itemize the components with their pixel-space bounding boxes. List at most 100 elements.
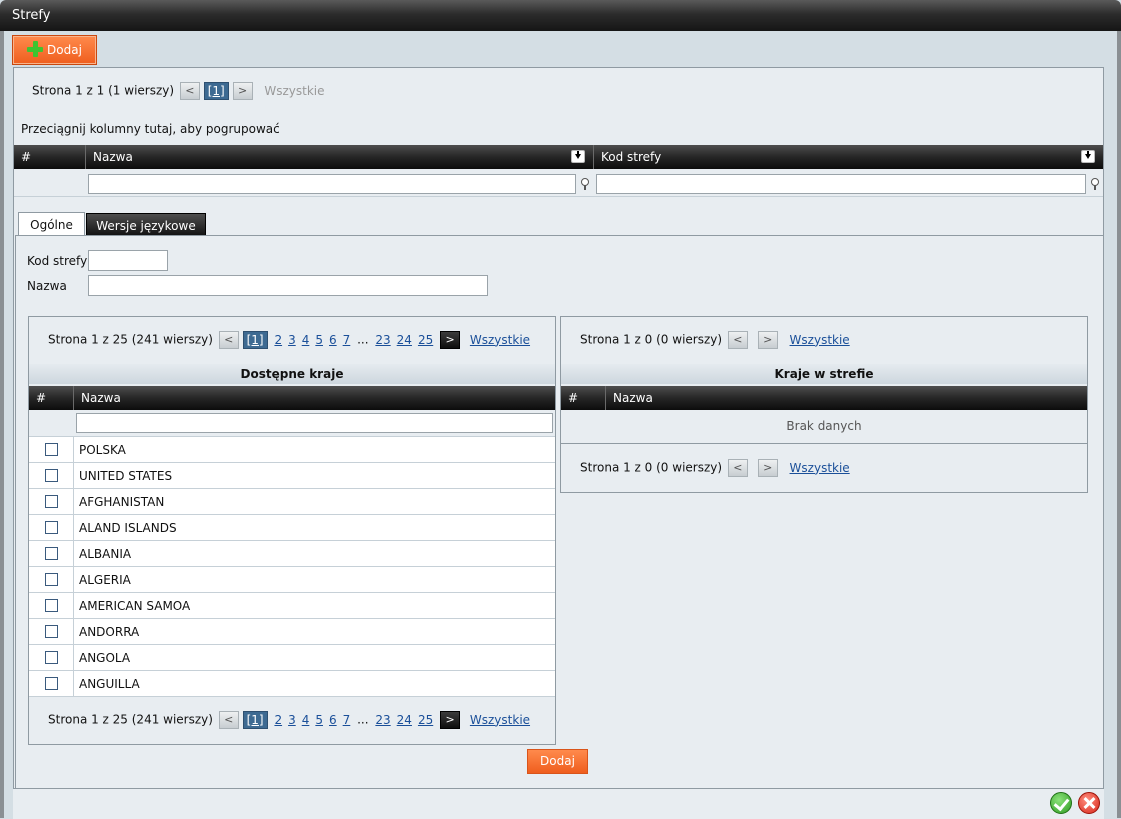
column-header-label: Nazwa [93, 150, 133, 164]
sort-down-icon[interactable] [1081, 150, 1095, 163]
chevron-right-icon[interactable]: > [440, 331, 461, 349]
list-item[interactable]: ALGERIA [29, 567, 555, 593]
column-header-kod-strefy[interactable]: Kod strefy [593, 145, 1103, 169]
filter-kod-strefy-input[interactable] [596, 174, 1086, 194]
check-icon[interactable] [1050, 792, 1072, 814]
list-item[interactable]: ALAND ISLANDS [29, 515, 555, 541]
pager-page-link[interactable]: 23 [375, 333, 390, 347]
zone-pager-top: Strona 1 z 0 (0 wierszy) < > Wszystkie [580, 331, 853, 349]
pager-all-link[interactable]: Wszystkie [470, 713, 530, 727]
row-checkbox[interactable] [45, 573, 58, 586]
column-header-index[interactable]: # [561, 386, 605, 410]
row-checkbox[interactable] [45, 547, 58, 560]
column-header-nazwa[interactable]: Nazwa [85, 145, 593, 169]
list-item[interactable]: ANDORRA [29, 619, 555, 645]
chevron-left-icon[interactable]: < [218, 711, 239, 729]
zone-pager-bottom: Strona 1 z 0 (0 wierszy) < > Wszystkie [580, 459, 853, 477]
tab-label: Wersje językowe [96, 219, 196, 233]
pager-page-link[interactable]: 5 [315, 713, 323, 727]
column-header-label: # [568, 391, 579, 405]
row-checkbox[interactable] [45, 521, 58, 534]
window-border-left [0, 31, 4, 818]
pager-page-link[interactable]: 25 [418, 713, 433, 727]
row-checkbox[interactable] [45, 625, 58, 638]
column-header-index[interactable]: # [29, 386, 73, 410]
row-checkbox[interactable] [45, 677, 58, 690]
zone-countries-caption: Kraje w strefie [561, 364, 1087, 384]
filter-nazwa-input[interactable] [88, 174, 576, 194]
filter-icon[interactable] [580, 178, 590, 190]
filter-icon[interactable] [1090, 178, 1100, 190]
list-item[interactable]: AFGHANISTAN [29, 489, 555, 515]
pager-all-link[interactable]: Wszystkie [790, 333, 850, 347]
main-grid-pager: Strona 1 z 1 (1 wierszy) < [1] > Wszystk… [32, 82, 325, 100]
pager-page-link[interactable]: 5 [315, 333, 323, 347]
chevron-right-icon[interactable]: > [440, 711, 461, 729]
pager-page-link[interactable]: 23 [375, 713, 390, 727]
pager-ellipsis: ... [357, 332, 369, 347]
group-by-hint: Przeciągnij kolumny tutaj, aby pogrupowa… [21, 122, 280, 136]
main-grid-header: # Nazwa Kod strefy [14, 145, 1103, 169]
sort-down-icon[interactable] [571, 150, 585, 163]
pager-current-page[interactable]: [1] [242, 331, 268, 349]
country-name: AMERICAN SAMOA [79, 599, 191, 613]
chevron-right-icon[interactable]: > [757, 331, 778, 349]
chevron-right-icon[interactable]: > [232, 82, 253, 100]
list-item[interactable]: ANGUILLA [29, 671, 555, 697]
row-separator [73, 567, 74, 593]
pager-page-link[interactable]: 7 [343, 713, 351, 727]
row-separator [73, 645, 74, 671]
add-country-button[interactable]: Dodaj [527, 749, 588, 774]
column-header-nazwa[interactable]: Nazwa [73, 386, 555, 410]
pager-page-link[interactable]: 4 [302, 713, 310, 727]
pager-current-page[interactable]: [1] [203, 82, 229, 100]
list-item[interactable]: ANGOLA [29, 645, 555, 671]
pager-all-link[interactable]: Wszystkie [264, 84, 324, 98]
available-filter-input[interactable] [76, 413, 553, 433]
row-checkbox[interactable] [45, 495, 58, 508]
row-separator [73, 463, 74, 489]
pager-page-link[interactable]: 2 [274, 713, 282, 727]
chevron-left-icon[interactable]: < [727, 331, 748, 349]
column-header-label: # [36, 391, 47, 405]
column-header-nazwa[interactable]: Nazwa [605, 386, 1087, 410]
window-title: Strefy [12, 8, 51, 23]
row-checkbox[interactable] [45, 443, 58, 456]
pager-page-link[interactable]: 3 [288, 333, 296, 347]
column-header-index[interactable]: # [14, 145, 86, 169]
list-item[interactable]: AMERICAN SAMOA [29, 593, 555, 619]
pager-page-link[interactable]: 25 [418, 333, 433, 347]
list-item[interactable]: POLSKA [29, 437, 555, 463]
chevron-right-icon[interactable]: > [757, 459, 778, 477]
list-item[interactable]: ALBANIA [29, 541, 555, 567]
row-checkbox[interactable] [45, 469, 58, 482]
pager-page-link[interactable]: 2 [274, 333, 282, 347]
row-checkbox[interactable] [45, 599, 58, 612]
pager-page-link[interactable]: 6 [329, 713, 337, 727]
pager-current-page[interactable]: [1] [242, 711, 268, 729]
tab-wersje-jezykowe[interactable]: Wersje językowe [86, 213, 206, 237]
close-icon[interactable] [1078, 792, 1100, 814]
column-header-label: Kod strefy [601, 150, 662, 164]
row-separator [73, 489, 74, 515]
row-checkbox[interactable] [45, 651, 58, 664]
pager-page-link[interactable]: 6 [329, 333, 337, 347]
pager-all-link[interactable]: Wszystkie [470, 333, 530, 347]
list-item[interactable]: UNITED STATES [29, 463, 555, 489]
tab-ogolne[interactable]: Ogólne [18, 212, 85, 237]
pager-page-link[interactable]: 7 [343, 333, 351, 347]
country-name: POLSKA [79, 443, 126, 457]
chevron-left-icon[interactable]: < [179, 82, 200, 100]
chevron-left-icon[interactable]: < [727, 459, 748, 477]
add-zone-button[interactable]: Dodaj [12, 35, 97, 65]
pager-all-link[interactable]: Wszystkie [790, 461, 850, 475]
pager-page-link[interactable]: 24 [397, 333, 412, 347]
column-header-label: Nazwa [81, 391, 121, 405]
pager-page-link[interactable]: 3 [288, 713, 296, 727]
nazwa-field[interactable] [88, 275, 488, 296]
pager-page-link[interactable]: 4 [302, 333, 310, 347]
chevron-left-icon[interactable]: < [218, 331, 239, 349]
pager-page-link[interactable]: 24 [397, 713, 412, 727]
kod-strefy-label: Kod strefy [27, 254, 88, 268]
kod-strefy-field[interactable] [88, 250, 168, 271]
